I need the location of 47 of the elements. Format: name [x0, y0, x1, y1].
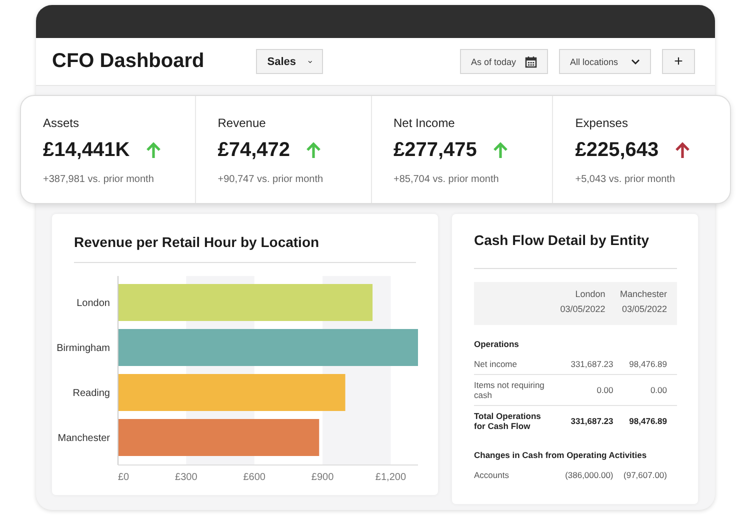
- category-label: London: [76, 298, 110, 309]
- kpi-value: £74,472: [218, 139, 290, 162]
- row-label: Total Operations for Cash Flow: [474, 406, 554, 436]
- category-label: Reading: [72, 388, 110, 399]
- axis-tick-label: £300: [175, 472, 198, 483]
- table-cell: 0.00: [554, 374, 614, 406]
- kpi-change: +85,704 vs. prior month: [394, 174, 500, 185]
- row-label: Net income: [474, 354, 554, 374]
- column-header: London 03/05/2022: [554, 282, 614, 325]
- calendar-icon: [525, 56, 537, 68]
- kpi-value: £14,441K: [43, 139, 130, 162]
- table-title: Cash Flow Detail by Entity: [474, 232, 677, 269]
- table-cell: 98,476.89: [613, 406, 677, 436]
- table-cell-text: (386,000.00): [564, 469, 614, 482]
- dashboard-title: CFO Dashboard: [52, 50, 204, 73]
- section-label: Changes in Cash from Operating Activities: [474, 449, 648, 462]
- kpi-label: Net Income: [394, 116, 456, 130]
- column-header: Manchester 03/05/2022: [613, 282, 677, 325]
- chart-title: Revenue per Retail Hour by Location: [74, 234, 416, 263]
- kpi-label: Assets: [43, 116, 80, 130]
- chevron-down-icon: [308, 58, 312, 64]
- kpi-value: £225,643: [575, 139, 659, 162]
- location-dropdown[interactable]: All locations: [559, 49, 651, 74]
- table-cell: 331,687.23: [554, 406, 614, 436]
- axis-tick-label: £1,200: [375, 472, 406, 483]
- table-cell-text: (97,607.00): [622, 469, 668, 482]
- view-dropdown[interactable]: Sales: [256, 49, 324, 74]
- row-label: Accounts: [474, 469, 510, 482]
- axis-tick-label: £900: [311, 472, 334, 483]
- date-field[interactable]: As of today: [460, 49, 548, 74]
- table-cell: 0.00: [613, 374, 677, 406]
- kpi-change: +90,747 vs. prior month: [218, 174, 324, 185]
- chevron-down-icon: [631, 58, 640, 64]
- category-label: Birmingham: [56, 343, 110, 354]
- kpi-change: +387,981 vs. prior month: [43, 174, 155, 185]
- kpi-change: +5,043 vs. prior month: [575, 174, 676, 185]
- row-label: Items not requiring cash: [474, 374, 554, 406]
- table-cell: 98,476.89: [613, 354, 677, 374]
- kpi-value: £277,475: [394, 139, 477, 162]
- table-cell: 331,687.23: [554, 354, 614, 374]
- axis-tick-label: £600: [243, 472, 266, 483]
- kpi-label: Expenses: [575, 116, 629, 130]
- section-label: Operations: [474, 325, 677, 354]
- add-button[interactable]: +: [662, 49, 695, 74]
- kpi-label: Revenue: [218, 116, 267, 130]
- axis-tick-label: £0: [118, 472, 130, 483]
- category-label: Manchester: [58, 433, 110, 444]
